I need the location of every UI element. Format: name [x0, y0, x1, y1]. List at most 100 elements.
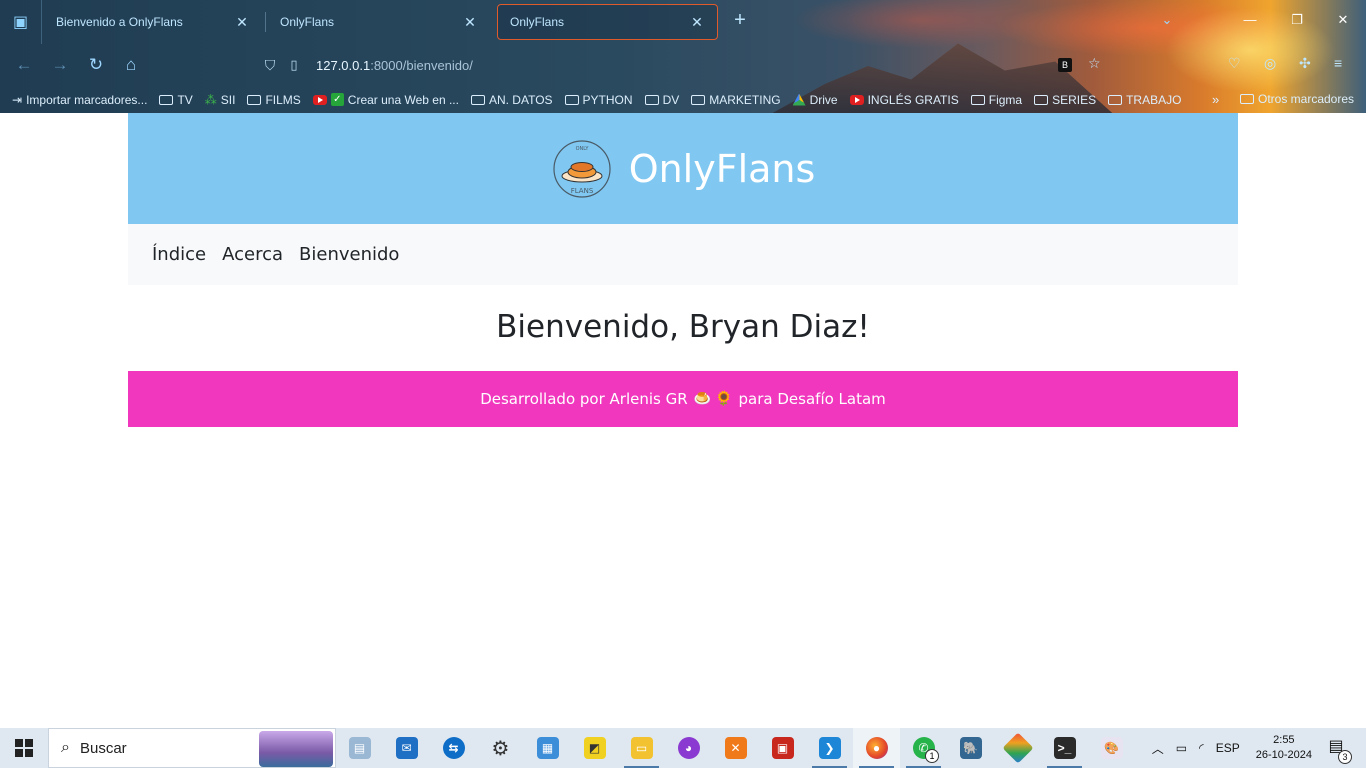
close-window-icon[interactable]: ✕: [1334, 12, 1352, 30]
bookmark-tv[interactable]: TV: [159, 92, 193, 107]
search-icon: ⌕: [61, 739, 70, 756]
footer-suffix: para Desafío Latam: [738, 390, 886, 408]
bookmark-label: SII: [220, 92, 236, 107]
language-indicator[interactable]: ESP: [1216, 741, 1240, 755]
page-icon[interactable]: ▯: [282, 57, 306, 73]
terminal-icon[interactable]: >_: [1041, 728, 1088, 768]
nav-link-bienvenido[interactable]: Bienvenido: [299, 244, 399, 265]
shield-icon[interactable]: ⛉: [258, 57, 282, 74]
page-content: ONLY FLANS OnlyFlans Índice Acerca Bienv…: [0, 113, 1366, 728]
bookmark-label: Drive: [809, 92, 838, 107]
url-path: :8000/bienvenido/: [370, 57, 473, 73]
wifi-icon[interactable]: ◜: [1199, 741, 1204, 755]
menu-icon[interactable]: ≡: [1334, 55, 1342, 75]
nav-link-acerca[interactable]: Acerca: [222, 244, 283, 265]
bookmark-trabajo[interactable]: TRABAJO: [1108, 93, 1181, 107]
settings-icon[interactable]: ⚙: [477, 728, 524, 768]
control-panel-icon[interactable]: ▦: [524, 728, 571, 768]
bookmark-label: Figma: [988, 92, 1023, 107]
nav-link-indice[interactable]: Índice: [152, 244, 206, 265]
tab-list-icon[interactable]: ▣: [0, 0, 42, 44]
bookmark-label: TV: [177, 92, 193, 107]
reload-icon[interactable]: ↻: [85, 54, 107, 76]
tab-bienvenido[interactable]: Bienvenido a OnlyFlans ✕: [44, 4, 262, 40]
restore-icon[interactable]: ❐: [1288, 12, 1306, 30]
windows-taskbar: ⌕ Buscar ▤ ✉ ⇆ ⚙ ▦ ◩ ▭ ◕ ✕ ▣ ❯ ● ✆ 1 🐘 >…: [0, 728, 1366, 768]
file-explorer-icon[interactable]: ▭: [618, 728, 665, 768]
whatsapp-icon[interactable]: ✆ 1: [900, 728, 947, 768]
folder-icon: [1240, 94, 1254, 104]
brand-name[interactable]: OnlyFlans: [629, 147, 816, 191]
battery-icon[interactable]: ▭: [1176, 741, 1187, 755]
bookmark-star-icon[interactable]: ☆: [1088, 55, 1101, 75]
folder-icon: [159, 94, 174, 105]
folder-icon: [691, 94, 706, 105]
notification-count: 3: [1338, 750, 1352, 764]
pocket-icon[interactable]: ♡: [1228, 55, 1241, 75]
sii-icon: ⁂: [204, 92, 217, 107]
tab-onlyflans-1[interactable]: OnlyFlans ✕: [268, 4, 490, 40]
bookmark-sii[interactable]: ⁂ SII: [205, 93, 236, 107]
firefox-icon[interactable]: ●: [853, 728, 900, 768]
bookmark-label: PYTHON: [582, 92, 633, 107]
xampp-icon[interactable]: ✕: [712, 728, 759, 768]
chevron-up-icon[interactable]: ︿: [1152, 740, 1164, 757]
bookmark-python[interactable]: PYTHON: [564, 92, 633, 107]
bookmark-films[interactable]: FILMS: [247, 93, 301, 107]
clock-time: 2:55: [1273, 734, 1295, 746]
bookmark-dv[interactable]: DV: [644, 93, 679, 107]
close-icon[interactable]: ✕: [462, 14, 478, 31]
bookmark-drive[interactable]: Drive: [792, 92, 838, 107]
bookmark-marketing[interactable]: MARKETING: [691, 93, 781, 107]
mask-app-icon[interactable]: ◕: [665, 728, 712, 768]
site-footer: Desarrollado por Arlenis GR 🍮 🌻 para Des…: [128, 371, 1238, 427]
bookmark-import[interactable]: ⇥ Importar marcadores...: [12, 93, 147, 107]
tabs-dropdown-icon[interactable]: ⌄: [1158, 12, 1176, 30]
notification-center-icon[interactable]: ▤ 3: [1322, 736, 1352, 764]
account-icon[interactable]: ◎: [1264, 55, 1276, 75]
check-icon: ✓: [330, 93, 344, 106]
taskbar-search[interactable]: ⌕ Buscar: [48, 728, 336, 768]
back-icon[interactable]: ←: [13, 54, 35, 76]
teamviewer-icon[interactable]: ⇆: [430, 728, 477, 768]
bookmark-crear-web[interactable]: ✓ Crear una Web en ...: [312, 92, 459, 107]
new-tab-icon[interactable]: +: [730, 10, 750, 31]
bookmark-ingles[interactable]: INGLÉS GRATIS: [849, 93, 959, 107]
postgresql-icon[interactable]: 🐘: [947, 728, 994, 768]
close-icon[interactable]: ✕: [234, 14, 250, 31]
import-icon: ⇥: [12, 92, 23, 107]
welcome-heading: Bienvenido, Bryan Diaz!: [496, 309, 870, 345]
other-bookmarks[interactable]: Otros marcadores: [1240, 92, 1354, 106]
sticky-notes-icon[interactable]: ◩: [571, 728, 618, 768]
red-app-icon[interactable]: ▣: [759, 728, 806, 768]
address-bar[interactable]: ⛉ ▯ 127.0.0.1:8000/bienvenido/: [258, 51, 1158, 79]
site-header: ONLY FLANS OnlyFlans: [128, 113, 1238, 224]
bookmarks-overflow-icon[interactable]: »: [1212, 92, 1219, 107]
extensions-icon[interactable]: ✣: [1299, 55, 1311, 75]
bookmark-series[interactable]: SERIES: [1034, 93, 1096, 107]
bookmark-an-datos[interactable]: AN. DATOS: [470, 93, 553, 107]
home-icon[interactable]: ⌂: [120, 54, 142, 76]
start-button[interactable]: [0, 728, 48, 768]
close-icon[interactable]: ✕: [689, 14, 705, 31]
url-text[interactable]: 127.0.0.1:8000/bienvenido/: [316, 58, 473, 73]
navigation-bar: ← → ↻ ⌂ ⛉ ▯ 127.0.0.1:8000/bienvenido/ B…: [0, 44, 1366, 86]
folder-icon: [470, 94, 485, 105]
vscode-icon[interactable]: ❯: [806, 728, 853, 768]
tab-onlyflans-active[interactable]: OnlyFlans ✕: [497, 4, 718, 40]
bookmark-label: Crear una Web en ...: [347, 92, 459, 107]
clock[interactable]: 2:55 26-10-2024: [1256, 733, 1312, 763]
task-view-icon[interactable]: ▤: [336, 728, 383, 768]
site-nav: Índice Acerca Bienvenido: [128, 224, 1238, 285]
reader-icon[interactable]: B: [1058, 55, 1072, 75]
logo-top-text: ONLY: [575, 146, 589, 152]
paint-icon[interactable]: 🎨: [1088, 728, 1135, 768]
minimize-icon[interactable]: —: [1241, 12, 1259, 30]
bookmark-figma[interactable]: Figma: [970, 92, 1023, 107]
mail-icon[interactable]: ✉: [383, 728, 430, 768]
onlyflans-logo[interactable]: ONLY FLANS: [551, 138, 613, 200]
git-tool-icon[interactable]: [994, 728, 1041, 768]
bookmark-label: TRABAJO: [1126, 92, 1182, 107]
folder-icon: [970, 94, 985, 105]
forward-icon[interactable]: →: [49, 54, 71, 76]
